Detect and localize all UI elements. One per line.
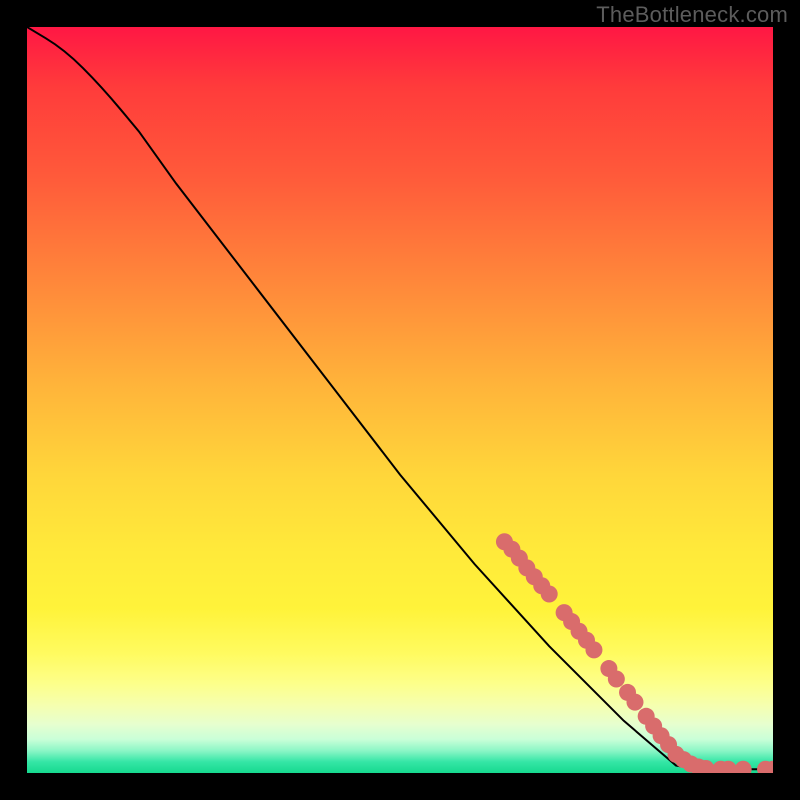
- watermark-text: TheBottleneck.com: [596, 2, 788, 28]
- data-point: [608, 671, 625, 688]
- data-point: [626, 694, 643, 711]
- data-point: [541, 585, 558, 602]
- chart-frame: TheBottleneck.com: [0, 0, 800, 800]
- scatter-points: [496, 533, 773, 773]
- data-point: [585, 641, 602, 658]
- bottleneck-curve: [27, 27, 773, 769]
- plot-area: [27, 27, 773, 773]
- chart-overlay: [27, 27, 773, 773]
- data-point: [735, 761, 752, 773]
